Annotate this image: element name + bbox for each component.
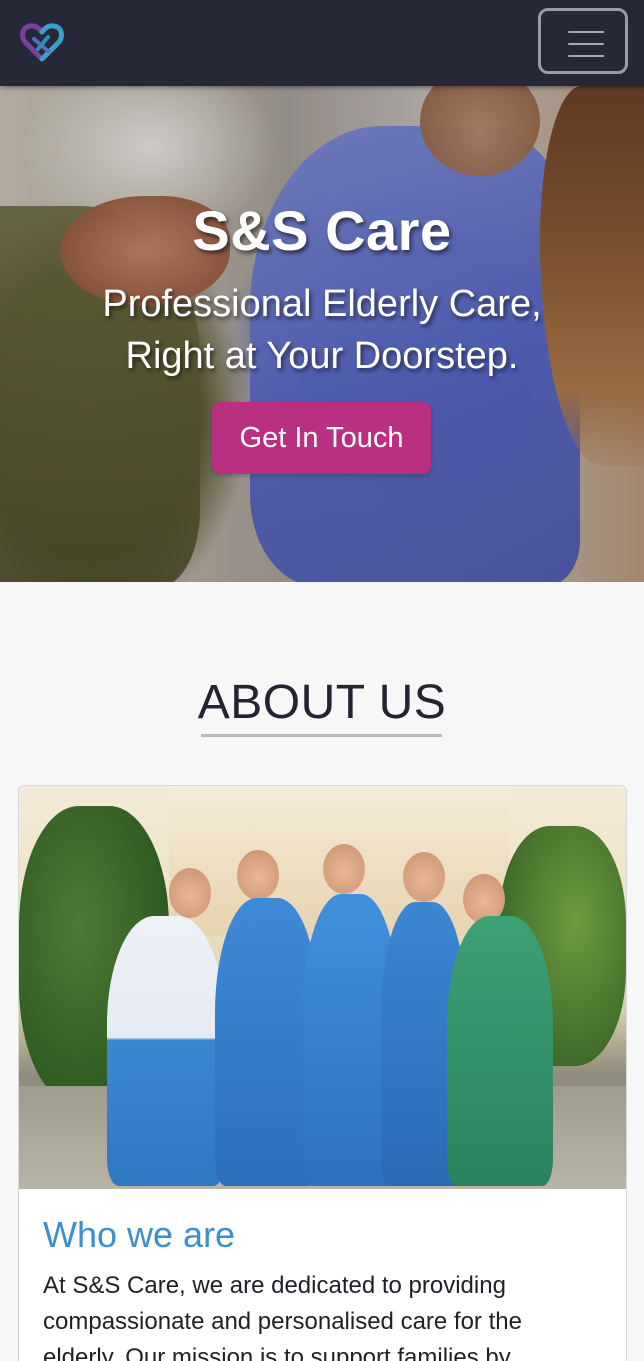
about-card: Who we are At S&S Care, we are dedicated… bbox=[18, 785, 627, 1361]
get-in-touch-button[interactable]: Get In Touch bbox=[212, 402, 431, 474]
hero-section: S&S Care Professional Elderly Care, Righ… bbox=[0, 86, 644, 582]
hero-subtitle: Professional Elderly Care, Right at Your… bbox=[102, 283, 542, 377]
hero-title: S&S Care bbox=[192, 199, 452, 262]
heart-logo-icon[interactable] bbox=[18, 17, 66, 65]
about-title-underline bbox=[201, 734, 442, 737]
team-photo bbox=[19, 786, 626, 1189]
navbar bbox=[0, 0, 644, 86]
about-title: ABOUT US bbox=[197, 676, 447, 729]
hamburger-menu-icon bbox=[568, 31, 604, 57]
menu-toggle-button[interactable] bbox=[538, 8, 628, 74]
page: S&S Care Professional Elderly Care, Righ… bbox=[0, 0, 644, 1361]
card-heading: Who we are bbox=[43, 1214, 236, 1255]
card-text: At S&S Care, we are dedicated to providi… bbox=[43, 1272, 522, 1361]
